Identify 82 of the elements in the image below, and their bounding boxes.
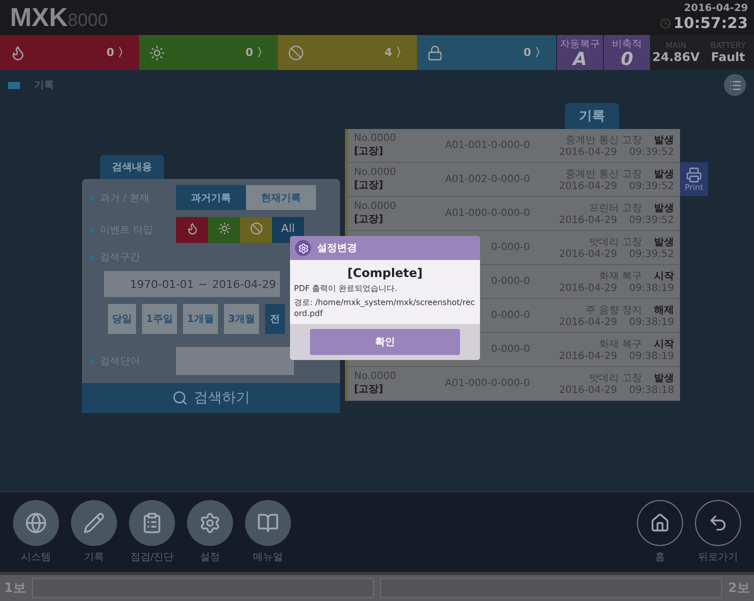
settings-nav-button[interactable] bbox=[187, 500, 233, 546]
back-button[interactable] bbox=[695, 500, 741, 546]
list-tab[interactable]: 기록 bbox=[565, 103, 619, 129]
breadcrumb-marker bbox=[8, 82, 20, 88]
record-tag: [고장] bbox=[354, 178, 430, 192]
event-type-button[interactable] bbox=[176, 217, 208, 243]
nav-label: 시스템 bbox=[21, 551, 51, 564]
sun-icon bbox=[149, 44, 165, 60]
mode-value: A bbox=[573, 50, 587, 68]
count-text: 0 〉 bbox=[246, 45, 268, 60]
clock-icon bbox=[660, 18, 672, 28]
event-status: 해제 bbox=[654, 304, 674, 317]
confirm-button[interactable]: 확인 bbox=[310, 329, 460, 355]
date-text: 2016-04-29 bbox=[684, 3, 748, 14]
event-status: 발생 bbox=[654, 134, 674, 147]
range-preset-button[interactable]: 1개월 bbox=[182, 304, 218, 334]
time-text: 10:57:23 bbox=[673, 14, 748, 32]
ban-icon bbox=[288, 44, 304, 60]
record-nav-button[interactable] bbox=[71, 500, 117, 546]
pencil-icon bbox=[83, 512, 105, 534]
globe-icon bbox=[25, 512, 47, 534]
book-icon bbox=[257, 512, 279, 534]
print-button[interactable]: Print bbox=[680, 162, 708, 196]
lock-icon bbox=[427, 44, 443, 60]
nav-label: 기록 bbox=[84, 551, 104, 564]
nav-label: 설정 bbox=[200, 551, 220, 564]
event-type-button[interactable] bbox=[208, 217, 240, 243]
clipboard-icon bbox=[141, 512, 163, 534]
nav-label: 홈 bbox=[655, 551, 665, 564]
status-segment[interactable]: 0 〉 bbox=[0, 35, 139, 70]
event-status: 발생 bbox=[654, 372, 674, 385]
count-text: 4 〉 bbox=[384, 45, 407, 60]
power-value: Fault bbox=[711, 50, 745, 64]
search-icon bbox=[172, 390, 188, 406]
panel-tab[interactable]: 검색내용 bbox=[100, 155, 164, 179]
range-preset-button[interactable]: 당일 bbox=[108, 304, 136, 334]
mode-label: 자동복구 bbox=[560, 38, 600, 50]
diagnosis-nav-button[interactable] bbox=[129, 500, 175, 546]
gear-icon bbox=[295, 240, 311, 256]
flame-icon bbox=[10, 44, 26, 60]
event-status: 시작 bbox=[654, 338, 674, 351]
mode-label: 비축적 bbox=[612, 38, 642, 50]
status-segment[interactable]: 0 〉 bbox=[417, 35, 556, 70]
toggle-option[interactable]: 현재기록 bbox=[246, 185, 316, 210]
search-button[interactable]: 검색하기 bbox=[82, 383, 340, 413]
mode-value: 0 bbox=[620, 50, 634, 68]
date-range-field[interactable]: 1970-01-01 ~ 2016-04-29 bbox=[104, 271, 280, 297]
home-icon bbox=[650, 513, 670, 533]
home-button[interactable] bbox=[637, 500, 683, 546]
flame-icon bbox=[186, 222, 198, 234]
event-status: 발생 bbox=[654, 202, 674, 215]
count-text: 0 〉 bbox=[524, 45, 546, 60]
record-tag: [고장] bbox=[354, 382, 430, 396]
system-nav-button[interactable] bbox=[13, 500, 59, 546]
dialog-heading: [Complete] bbox=[347, 266, 423, 280]
printer-icon bbox=[686, 166, 702, 182]
back-arrow-icon bbox=[708, 513, 728, 533]
event-status: 발생 bbox=[654, 236, 674, 249]
list-menu-button[interactable] bbox=[724, 74, 746, 96]
toggle-option[interactable]: 과거기록 bbox=[176, 185, 246, 210]
status-segment[interactable]: 0 〉 bbox=[139, 35, 278, 70]
event-status: 발생 bbox=[654, 168, 674, 181]
record-tag: [고장] bbox=[354, 144, 430, 158]
nav-label: 점검/진단 bbox=[130, 551, 174, 564]
range-preset-button[interactable]: 3개월 bbox=[224, 304, 259, 334]
count-text: 0 〉 bbox=[106, 45, 129, 60]
gear-icon bbox=[199, 512, 221, 534]
range-preset-button[interactable]: 전 bbox=[264, 304, 285, 334]
event-type-button[interactable] bbox=[240, 217, 272, 243]
event-status: 시작 bbox=[654, 270, 674, 283]
power-value: 24.86V bbox=[652, 50, 700, 64]
event-type-button[interactable]: All bbox=[272, 217, 304, 243]
status-segment[interactable]: 4 〉 bbox=[278, 35, 417, 70]
ban-icon bbox=[250, 222, 262, 234]
nav-label: 메뉴얼 bbox=[253, 551, 283, 564]
keyword-field[interactable] bbox=[176, 347, 294, 375]
sun-icon bbox=[218, 222, 230, 234]
record-tag: [고장] bbox=[354, 212, 430, 226]
nav-label: 뒤로가기 bbox=[698, 551, 738, 564]
breadcrumb: 기록 bbox=[34, 79, 54, 92]
range-preset-button[interactable]: 1주일 bbox=[142, 304, 177, 334]
manual-nav-button[interactable] bbox=[245, 500, 291, 546]
